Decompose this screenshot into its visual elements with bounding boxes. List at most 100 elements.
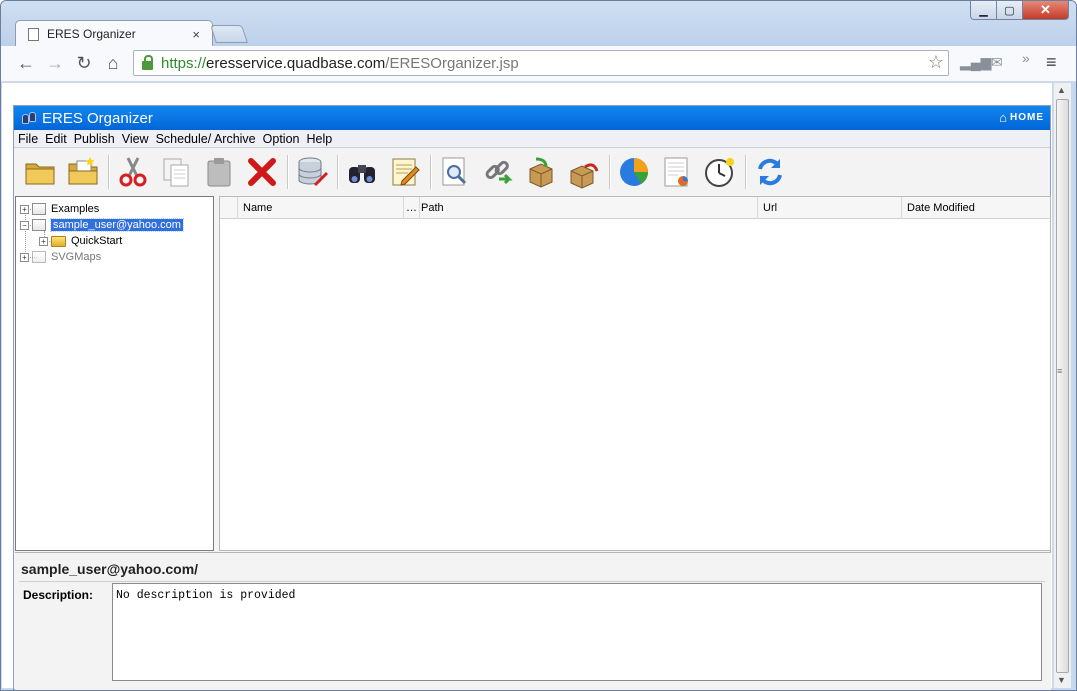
report-icon: [664, 157, 688, 187]
menu-view[interactable]: View: [122, 132, 149, 146]
window-controls: ▁ ▢ ✕: [970, 1, 1069, 21]
users-icon: [22, 111, 38, 125]
cut-icon: [119, 157, 147, 187]
copy-button[interactable]: [156, 152, 196, 192]
scroll-up-icon[interactable]: ▲: [1057, 85, 1066, 95]
back-arrow-icon[interactable]: ←: [15, 52, 37, 74]
close-window-button[interactable]: ✕: [1023, 1, 1069, 20]
app-title: ERES Organizer: [42, 109, 153, 127]
signal-icon[interactable]: ▂▄▆: [960, 54, 991, 71]
cut-button[interactable]: [113, 152, 153, 192]
schedule-button[interactable]: [700, 152, 740, 192]
expand-icon[interactable]: +: [20, 252, 29, 262]
container-icon: [32, 219, 46, 231]
report-button[interactable]: [657, 152, 697, 192]
menu-help[interactable]: Help: [306, 132, 332, 146]
column-url[interactable]: Url: [758, 197, 902, 219]
page-viewport: ERES Organizer ⌂ HOME File Edit Publish …: [2, 83, 1052, 690]
new-folder-button[interactable]: [20, 152, 60, 192]
url-host: eresservice.quadbase.com: [206, 54, 386, 72]
menu-edit[interactable]: Edit: [45, 132, 67, 146]
bookmark-star-icon[interactable]: ☆: [928, 52, 944, 73]
notes-button[interactable]: [385, 152, 425, 192]
database-icon: [298, 157, 329, 187]
column-date-modified[interactable]: Date Modified: [902, 197, 1050, 219]
tree-node-label: Examples: [51, 203, 100, 215]
delete-icon: [248, 158, 276, 186]
pie-chart-icon: [620, 158, 648, 186]
navigation-bar: ← → ↻ ⌂ https://eresservice.quadbase.com…: [1, 46, 1076, 82]
tab-eres-organizer[interactable]: ERES Organizer ×: [15, 20, 213, 47]
list-header: Name … Path Url Date Modified: [220, 197, 1050, 219]
new-tab-button[interactable]: [210, 25, 248, 43]
column-icon[interactable]: [220, 197, 238, 219]
notes-icon: [392, 158, 420, 186]
tree-node-examples[interactable]: + Examples: [20, 202, 99, 216]
import-button[interactable]: [521, 152, 561, 192]
url-path: /ERESOrganizer.jsp: [385, 54, 519, 72]
tree-node-quickstart[interactable]: + QuickStart: [39, 234, 122, 248]
expand-icon[interactable]: +: [39, 236, 48, 246]
refresh-icon: [758, 158, 782, 186]
open-folder-button[interactable]: [63, 152, 103, 192]
scroll-down-icon[interactable]: ▼: [1057, 675, 1066, 685]
selected-path: sample_user@yahoo.com/: [21, 561, 199, 577]
link-icon: [485, 160, 513, 185]
home-label: HOME: [1010, 112, 1044, 123]
find-button[interactable]: [342, 152, 382, 192]
menu-publish[interactable]: Publish: [74, 132, 115, 146]
menu-option[interactable]: Option: [263, 132, 300, 146]
chrome-menu-icon[interactable]: ≡: [1046, 52, 1057, 73]
column-path[interactable]: Path: [416, 197, 758, 219]
folder-icon: [51, 235, 66, 247]
mail-icon[interactable]: ✉: [991, 54, 1003, 71]
home-icon[interactable]: ⌂: [102, 52, 124, 74]
export-icon: [570, 163, 599, 189]
chart-button[interactable]: [614, 152, 654, 192]
browser-window: ▁ ▢ ✕ ERES Organizer × ← → ↻ ⌂ https://e…: [0, 0, 1077, 691]
tree-node-label: QuickStart: [71, 235, 123, 247]
file-list: Name … Path Url Date Modified: [219, 196, 1051, 551]
collapse-icon[interactable]: −: [20, 220, 29, 230]
delete-button[interactable]: [242, 152, 282, 192]
menu-schedule-archive[interactable]: Schedule/ Archive: [156, 132, 256, 146]
menu-bar: File Edit Publish View Schedule/ Archive…: [14, 130, 1050, 148]
eres-organizer-app: ERES Organizer ⌂ HOME File Edit Publish …: [13, 105, 1051, 690]
description-textarea[interactable]: No description is provided: [112, 583, 1042, 681]
tree-node-svgmaps[interactable]: + SVGMaps: [20, 250, 101, 264]
tree-node-sample-user[interactable]: − sample_user@yahoo.com: [20, 218, 184, 232]
paste-button[interactable]: [199, 152, 239, 192]
more-extensions-icon[interactable]: »: [1022, 50, 1030, 66]
preview-icon: [442, 157, 467, 186]
find-icon: [349, 165, 375, 183]
scrollbar-thumb[interactable]: [1056, 99, 1069, 673]
home-link[interactable]: ⌂ HOME: [999, 110, 1044, 125]
minimize-button[interactable]: ▁: [970, 1, 997, 20]
address-bar[interactable]: https://eresservice.quadbase.com/ERESOrg…: [133, 50, 949, 76]
app-title-bar: ERES Organizer ⌂ HOME: [14, 106, 1050, 130]
tab-close-icon[interactable]: ×: [192, 27, 200, 42]
paste-icon: [207, 158, 231, 187]
home-house-icon: ⌂: [999, 110, 1008, 125]
link-button[interactable]: [478, 152, 518, 192]
reload-icon[interactable]: ↻: [73, 52, 95, 74]
import-icon: [529, 157, 553, 188]
preview-button[interactable]: [435, 152, 475, 192]
tab-title: ERES Organizer: [47, 27, 136, 41]
scrollbar-grip-icon: ≡: [1057, 366, 1063, 376]
forward-arrow-icon[interactable]: →: [44, 52, 66, 74]
menu-file[interactable]: File: [18, 132, 38, 146]
lock-icon: [142, 54, 153, 70]
container-icon: [32, 251, 46, 263]
database-button[interactable]: [292, 152, 332, 192]
folder-tree: + Examples − sample_user@yahoo.com + Qui…: [15, 196, 214, 551]
expand-icon[interactable]: +: [20, 204, 29, 214]
maximize-button[interactable]: ▢: [997, 1, 1023, 20]
new-folder-icon: [25, 163, 55, 185]
schedule-icon: [705, 158, 734, 187]
column-name[interactable]: Name: [238, 197, 404, 219]
export-button[interactable]: [564, 152, 604, 192]
refresh-button[interactable]: [750, 152, 790, 192]
container-icon: [32, 203, 46, 215]
page-scrollbar[interactable]: ▲ ≡ ▼: [1053, 83, 1071, 688]
